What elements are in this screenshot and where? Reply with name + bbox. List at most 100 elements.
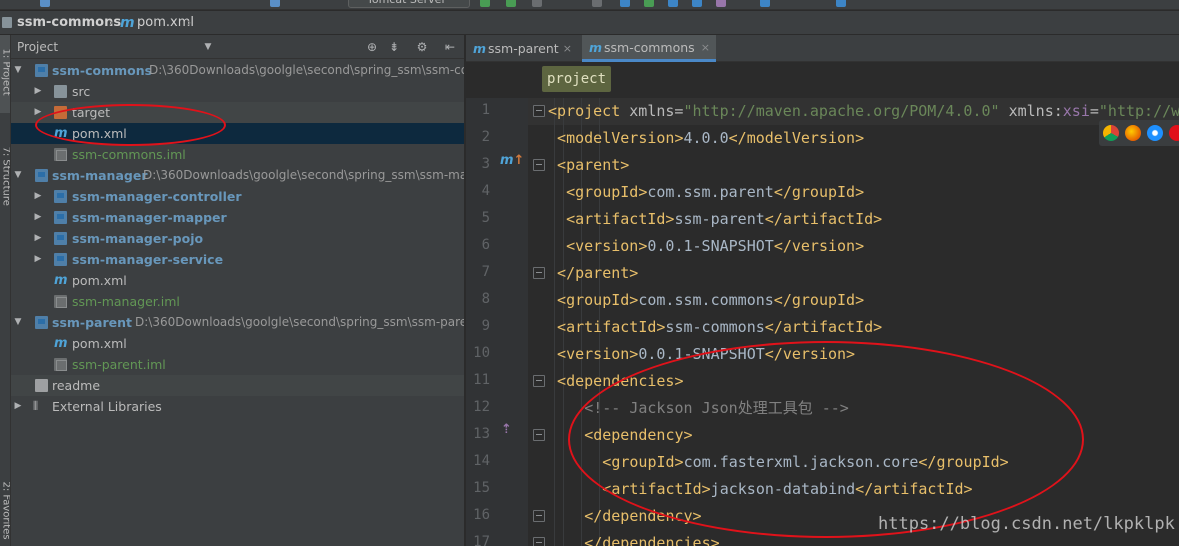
fold-marker-icon[interactable] bbox=[533, 267, 545, 279]
code-line[interactable]: <groupId>com.ssm.commons</groupId> bbox=[557, 287, 864, 314]
annotation-circle-dependencies bbox=[568, 341, 1084, 538]
code-line[interactable]: <groupId>com.ssm.parent</groupId> bbox=[566, 179, 864, 206]
tab-ssm-commons[interactable]: m ssm-commons × bbox=[582, 35, 716, 62]
collapsed-arrow-icon[interactable]: ▶ bbox=[13, 396, 23, 417]
collapsed-arrow-icon[interactable]: ▶ bbox=[33, 207, 43, 228]
tree-item-src-folder[interactable]: ▶ src bbox=[11, 81, 464, 102]
debug-icon[interactable] bbox=[506, 0, 516, 7]
undo-icon[interactable] bbox=[270, 0, 280, 7]
tree-item-controller-module[interactable]: ▶ ssm-manager-controller bbox=[11, 186, 464, 207]
expanded-arrow-icon[interactable]: ▼ bbox=[13, 312, 23, 333]
fold-marker-icon[interactable] bbox=[533, 105, 545, 117]
tree-item-label: readme bbox=[52, 378, 101, 393]
tree-item-pojo-module[interactable]: ▶ ssm-manager-pojo bbox=[11, 228, 464, 249]
tree-item-ssm-manager-module[interactable]: ▼ ssm-manager D:\360Downloads\goolgle\se… bbox=[11, 165, 464, 186]
tree-item-mapper-module[interactable]: ▶ ssm-manager-mapper bbox=[11, 207, 464, 228]
code-token: <version> bbox=[557, 345, 639, 363]
code-line[interactable]: <modelVersion>4.0.0</modelVersion> bbox=[557, 125, 864, 152]
iml-file-icon bbox=[54, 295, 67, 308]
collapsed-arrow-icon[interactable]: ▶ bbox=[33, 249, 43, 270]
fold-marker-icon[interactable] bbox=[533, 429, 545, 441]
tree-item-iml-file[interactable]: ssm-commons.iml bbox=[11, 144, 464, 165]
tree-item-pom-xml[interactable]: m pom.xml bbox=[11, 270, 464, 291]
collapsed-arrow-icon[interactable]: ▶ bbox=[33, 186, 43, 207]
gear-icon[interactable]: ⚙ bbox=[415, 40, 429, 54]
tree-item-iml-file[interactable]: ssm-parent.iml bbox=[11, 354, 464, 375]
tree-item-ssm-parent-module[interactable]: ▼ ssm-parent D:\360Downloads\goolgle\sec… bbox=[11, 312, 464, 333]
fold-marker-icon[interactable] bbox=[533, 510, 545, 522]
line-number: 16 bbox=[473, 507, 490, 523]
search-everywhere-icon[interactable] bbox=[836, 0, 846, 7]
tree-item-label: ssm-manager bbox=[52, 168, 148, 183]
project-view-selector[interactable]: Project bbox=[17, 35, 58, 59]
fold-marker-icon[interactable] bbox=[533, 375, 545, 387]
code-line[interactable]: <artifactId>ssm-parent</artifactId> bbox=[566, 206, 882, 233]
line-number: 14 bbox=[473, 453, 490, 469]
tree-item-pom-xml[interactable]: m pom.xml bbox=[11, 333, 464, 354]
code-token: </groupId> bbox=[773, 291, 865, 309]
breadcrumb-project[interactable]: ssm-commons bbox=[17, 11, 121, 35]
maven-parent-gutter-icon[interactable]: m↑ bbox=[500, 153, 524, 168]
project-panel-header: Project ▼ ⊕ ⇟ ⚙ ⇤ bbox=[11, 35, 464, 59]
opera-icon[interactable] bbox=[1169, 125, 1179, 141]
code-line[interactable]: </parent> bbox=[557, 260, 638, 287]
collapsed-arrow-icon[interactable]: ▶ bbox=[33, 228, 43, 249]
vcs-update-icon[interactable] bbox=[620, 0, 630, 7]
locate-icon[interactable]: ⊕ bbox=[365, 40, 379, 54]
tab-ssm-parent[interactable]: m ssm-parent × bbox=[466, 35, 578, 62]
hide-panel-icon[interactable]: ⇤ bbox=[443, 40, 457, 54]
favorites-tool-label[interactable]: 2: Favorites bbox=[1, 482, 11, 540]
project-tool-label[interactable]: 1: Project bbox=[1, 49, 11, 97]
plugin-icon[interactable] bbox=[716, 0, 726, 7]
navigation-breadcrumb: ssm-commons › m pom.xml › bbox=[0, 11, 1179, 35]
close-icon[interactable]: × bbox=[563, 35, 572, 62]
fold-marker-icon[interactable] bbox=[533, 537, 545, 546]
settings-icon[interactable] bbox=[760, 0, 770, 7]
line-number: 2 bbox=[481, 129, 490, 145]
code-line[interactable]: </dependencies> bbox=[584, 530, 719, 546]
library-icon: ⫴ bbox=[33, 399, 39, 413]
stop-icon[interactable] bbox=[592, 0, 602, 7]
module-icon bbox=[35, 64, 48, 77]
tree-item-external-libraries[interactable]: ▶ ⫴ External Libraries bbox=[11, 396, 464, 417]
sdk-icon[interactable] bbox=[692, 0, 702, 7]
expanded-arrow-icon[interactable]: ▼ bbox=[13, 165, 23, 186]
close-icon[interactable]: × bbox=[701, 35, 710, 61]
run-config-select[interactable]: Tomcat Server bbox=[348, 0, 470, 8]
line-number: 17 bbox=[473, 534, 490, 546]
collapse-all-icon[interactable]: ⇟ bbox=[387, 40, 401, 54]
tree-item-label: pom.xml bbox=[72, 273, 127, 288]
line-number: 1 bbox=[481, 102, 490, 118]
vcs-commit-icon[interactable] bbox=[644, 0, 654, 7]
run-icon[interactable] bbox=[480, 0, 490, 7]
folder-icon bbox=[54, 85, 67, 98]
dependency-gutter-icon[interactable]: ⇡ bbox=[501, 422, 512, 437]
coverage-icon[interactable] bbox=[532, 0, 542, 7]
code-line[interactable]: <project xmlns="http://maven.apache.org/… bbox=[548, 98, 1179, 125]
tree-item-ssm-commons-module[interactable]: ▼ ssm-commons D:\360Downloads\goolgle\se… bbox=[11, 60, 464, 81]
dropdown-arrow-icon[interactable]: ▼ bbox=[201, 40, 215, 54]
xml-tag-breadcrumb[interactable]: project bbox=[542, 66, 612, 92]
tree-item-label: ssm-parent.iml bbox=[72, 357, 166, 372]
build-icon[interactable] bbox=[40, 0, 50, 7]
firefox-icon[interactable] bbox=[1125, 125, 1141, 141]
tree-item-label: ssm-manager.iml bbox=[72, 294, 180, 309]
tree-item-service-module[interactable]: ▶ ssm-manager-service bbox=[11, 249, 464, 270]
collapsed-arrow-icon[interactable]: ▶ bbox=[33, 81, 43, 102]
project-structure-icon[interactable] bbox=[668, 0, 678, 7]
structure-tool-label[interactable]: 7: Structure bbox=[1, 147, 11, 206]
code-line[interactable]: <parent> bbox=[557, 152, 629, 179]
chrome-icon[interactable] bbox=[1103, 125, 1119, 141]
code-line[interactable]: <version>0.0.1-SNAPSHOT</version> bbox=[566, 233, 864, 260]
tree-item-iml-file[interactable]: ssm-manager.iml bbox=[11, 291, 464, 312]
code-token: 4.0.0 bbox=[683, 129, 729, 147]
fold-marker-icon[interactable] bbox=[533, 159, 545, 171]
code-line[interactable]: <artifactId>ssm-commons</artifactId> bbox=[557, 314, 882, 341]
tree-item-readme[interactable]: readme bbox=[11, 375, 464, 396]
safari-icon[interactable] bbox=[1147, 125, 1163, 141]
code-token: </artifactId> bbox=[764, 318, 883, 336]
watermark: https://blog.csdn.net/lkpklpk bbox=[878, 514, 1175, 534]
module-icon bbox=[54, 253, 67, 266]
code-token: xmlns: bbox=[1008, 102, 1063, 120]
expanded-arrow-icon[interactable]: ▼ bbox=[13, 60, 23, 81]
